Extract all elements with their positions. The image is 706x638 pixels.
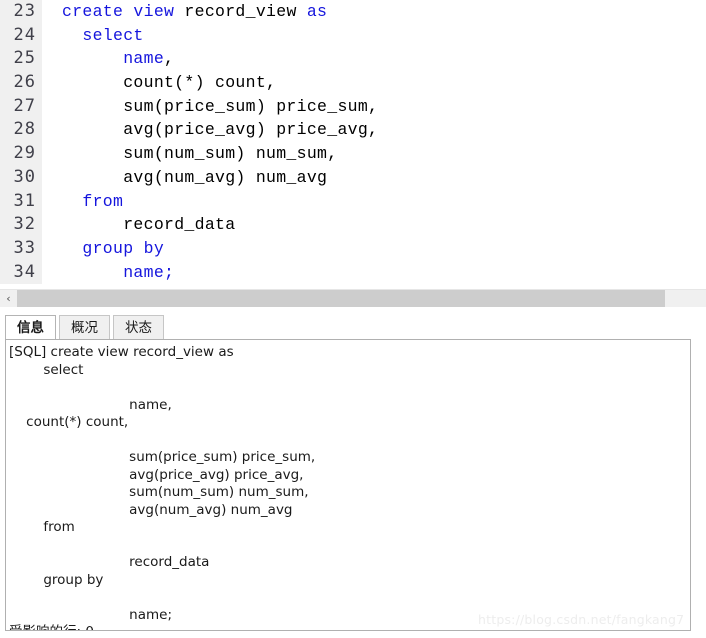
- code-line: 31 from: [0, 189, 706, 214]
- sql-keyword: group by: [62, 238, 165, 258]
- code-text[interactable]: avg(num_avg) num_avg: [52, 166, 706, 190]
- code-text[interactable]: sum(num_sum) num_sum,: [52, 142, 706, 166]
- line-number: 26: [0, 71, 42, 95]
- result-line: sum(num_sum) num_sum,: [9, 484, 309, 500]
- line-number: 31: [0, 189, 42, 214]
- result-tabbar: 信息 概况 状态: [0, 313, 706, 339]
- result-line: count(*) count,: [9, 414, 129, 430]
- code-line: 25 name,: [0, 47, 706, 72]
- sql-identifier: sum(price_sum) price_sum,: [62, 96, 379, 116]
- result-message-panel[interactable]: [SQL] create view record_view as select …: [5, 339, 691, 631]
- result-line: name,: [9, 396, 172, 413]
- code-line: 33 group by: [0, 236, 706, 261]
- line-number: 34: [0, 260, 42, 285]
- code-line: 28 avg(price_avg) price_avg,: [0, 118, 706, 143]
- code-line: 27 sum(price_sum) price_sum,: [0, 94, 706, 119]
- code-text[interactable]: count(*) count,: [52, 71, 706, 95]
- line-number: 25: [0, 47, 42, 72]
- sql-identifier: record_data: [62, 215, 236, 235]
- code-line: 34 name;: [0, 260, 706, 285]
- sql-keyword: from: [62, 191, 124, 211]
- scroll-left-arrow-icon[interactable]: ‹: [0, 290, 17, 307]
- sql-identifier: ,: [164, 49, 175, 69]
- code-line: 23 create view record_view as: [0, 0, 706, 24]
- sql-identifier: avg(num_avg) num_avg: [62, 167, 328, 187]
- sql-identifier: avg(price_avg) price_avg,: [62, 120, 379, 140]
- result-message-text: [SQL] create view record_view as select …: [6, 340, 690, 630]
- code-line: 32 record_data: [0, 213, 706, 237]
- code-text[interactable]: create view record_view as: [52, 0, 706, 24]
- line-number: 23: [0, 0, 42, 24]
- code-text[interactable]: from: [52, 190, 706, 214]
- sql-identifier: sum(num_sum) num_sum,: [62, 144, 338, 164]
- line-number: 30: [0, 165, 42, 190]
- result-line: [9, 432, 690, 450]
- code-line: 26 count(*) count,: [0, 71, 706, 95]
- sql-keyword: as: [296, 2, 328, 21]
- sql-editor[interactable]: 23 create view record_view as 24 select 25 …: [0, 0, 706, 289]
- sql-editor-rows: 23 create view record_view as 24 select 25 …: [0, 0, 706, 285]
- tab-1[interactable]: 概况: [59, 315, 110, 339]
- watermark-text: https://blog.csdn.net/fangkang7: [478, 612, 685, 627]
- result-line: [9, 537, 690, 555]
- code-line: 24 select: [0, 23, 706, 48]
- code-text[interactable]: select: [52, 24, 706, 48]
- code-text[interactable]: avg(price_avg) price_avg,: [52, 118, 706, 142]
- code-line: 29 sum(num_sum) num_sum,: [0, 142, 706, 166]
- code-line: 30 avg(num_avg) num_avg: [0, 165, 706, 190]
- result-line: select: [9, 361, 84, 378]
- result-line: sum(price_sum) price_sum,: [9, 449, 316, 465]
- sql-identifier: record_view: [184, 2, 297, 21]
- tab-0[interactable]: 信息: [5, 315, 56, 339]
- line-number: 29: [0, 142, 42, 166]
- code-text[interactable]: record_data: [52, 213, 706, 237]
- line-number: 28: [0, 118, 42, 143]
- code-text[interactable]: name;: [52, 261, 706, 285]
- result-line: record_data: [9, 554, 210, 570]
- tab-2[interactable]: 状态: [113, 315, 164, 339]
- result-line: group by: [9, 571, 104, 588]
- scrollbar-thumb[interactable]: [17, 290, 665, 307]
- sql-keyword: create view: [62, 2, 185, 21]
- scrollbar-track[interactable]: [17, 290, 706, 307]
- sql-keyword: select: [62, 25, 144, 45]
- result-line: [9, 589, 690, 607]
- code-text[interactable]: group by: [52, 237, 706, 261]
- result-line: avg(price_avg) price_avg,: [9, 466, 304, 483]
- line-number: 27: [0, 94, 42, 119]
- code-text[interactable]: sum(price_sum) price_sum,: [52, 95, 706, 119]
- sql-keyword: name: [62, 49, 165, 69]
- result-line: avg(num_avg) num_avg: [9, 501, 293, 518]
- result-line: from: [9, 519, 75, 535]
- sql-keyword: name;: [62, 262, 175, 282]
- editor-horizontal-scrollbar[interactable]: ‹: [0, 289, 706, 307]
- line-number: 32: [0, 213, 42, 237]
- sql-identifier: count(*) count,: [62, 73, 277, 93]
- code-text[interactable]: name,: [52, 47, 706, 71]
- result-line: [SQL] create view record_view as: [9, 344, 234, 360]
- line-number: 24: [0, 23, 42, 48]
- line-number: 33: [0, 236, 42, 261]
- result-line: [9, 379, 690, 397]
